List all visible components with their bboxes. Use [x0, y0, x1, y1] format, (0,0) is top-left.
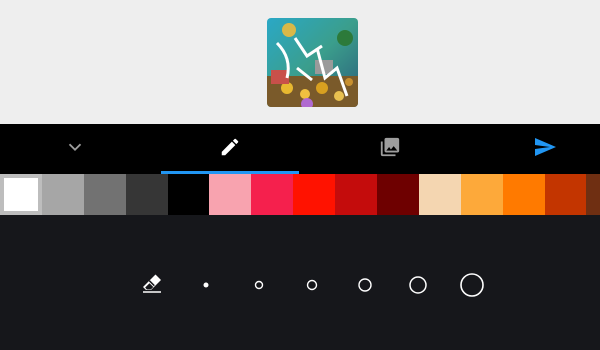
color-swatch[interactable]	[167, 174, 210, 215]
color-swatch[interactable]	[83, 174, 126, 215]
brush-size-s-button[interactable]	[245, 271, 273, 299]
color-swatch[interactable]	[293, 174, 336, 215]
editor-toolbar	[0, 124, 600, 174]
size-circle-s-icon	[254, 280, 264, 290]
color-swatch[interactable]	[544, 174, 587, 215]
eraser-icon	[140, 271, 164, 300]
color-swatch[interactable]	[41, 174, 84, 215]
send-button[interactable]	[470, 124, 600, 174]
color-swatch[interactable]	[0, 174, 42, 215]
brush-size-xs-button[interactable]	[192, 271, 220, 299]
color-swatch[interactable]	[502, 174, 545, 215]
brush-size-l-button[interactable]	[351, 271, 379, 299]
size-circle-xl-icon	[409, 276, 427, 294]
size-circle-xxl-icon	[460, 273, 484, 297]
color-swatch[interactable]	[460, 174, 503, 215]
thumbnail-image	[267, 18, 358, 107]
color-swatch[interactable]	[335, 174, 378, 215]
size-circle-l-icon	[358, 278, 372, 292]
image-preview-area	[0, 0, 600, 124]
chevron-down-icon	[64, 136, 86, 163]
size-dot-xs-icon	[203, 282, 209, 288]
draw-tab-button[interactable]	[155, 124, 305, 174]
color-swatch[interactable]	[251, 174, 294, 215]
color-swatch[interactable]	[418, 174, 461, 215]
color-swatch[interactable]	[377, 174, 419, 215]
collapse-button[interactable]	[0, 124, 150, 174]
brush-size-xl-button[interactable]	[403, 270, 433, 300]
color-palette	[0, 174, 600, 215]
attached-image-thumbnail[interactable]	[267, 18, 358, 107]
color-swatch[interactable]	[125, 174, 168, 215]
pencil-icon	[219, 136, 241, 163]
size-circle-m-icon	[306, 279, 318, 291]
color-swatch[interactable]	[209, 174, 252, 215]
eraser-button[interactable]	[138, 271, 166, 299]
brush-size-xxl-button[interactable]	[455, 268, 489, 302]
brush-options-panel	[0, 215, 600, 350]
brush-size-m-button[interactable]	[298, 271, 326, 299]
send-icon	[533, 135, 557, 164]
photo-library-icon	[379, 136, 401, 163]
gallery-button[interactable]	[315, 124, 465, 174]
color-swatch[interactable]	[586, 174, 600, 215]
